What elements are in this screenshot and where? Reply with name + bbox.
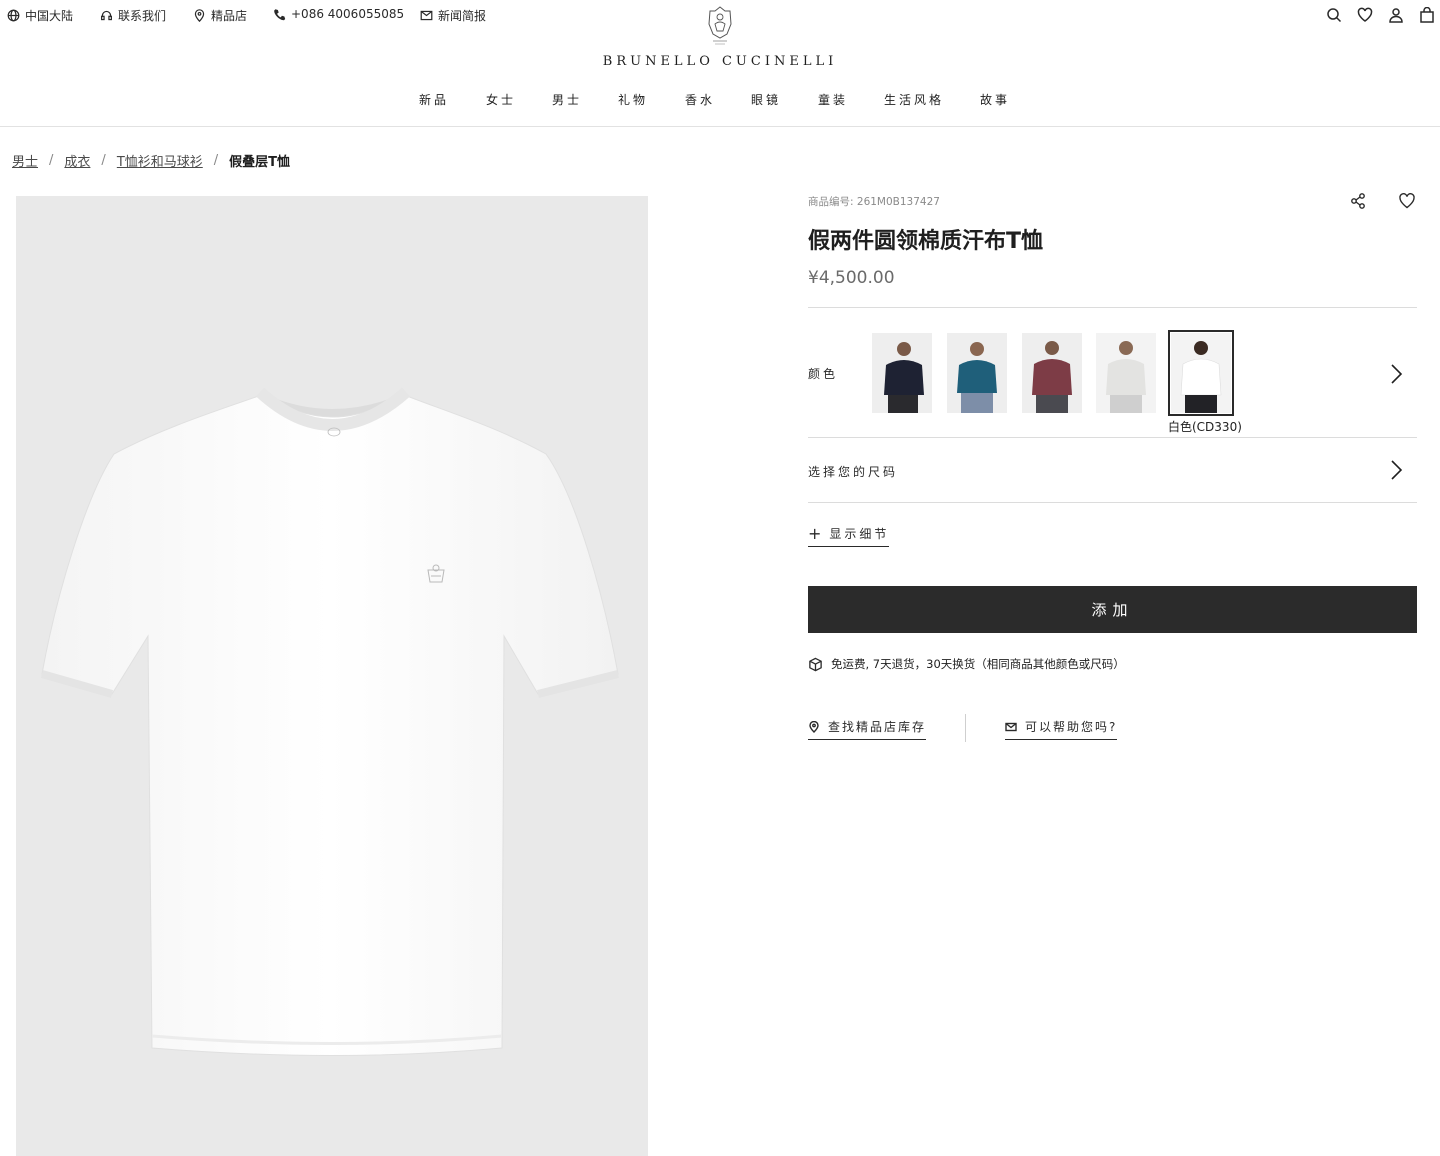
store-locator-link[interactable]: 精品店	[193, 7, 247, 24]
nav-item-fragrance[interactable]: 香水	[685, 91, 715, 108]
nav-item-kids[interactable]: 童装	[818, 91, 848, 108]
color-swatch-white-selected[interactable]	[1168, 330, 1234, 416]
selected-color-name: 白色(CD330)	[1168, 420, 1242, 434]
divider	[808, 437, 1417, 438]
location-pin-icon	[809, 720, 819, 733]
show-details-toggle[interactable]: + 显示细节	[808, 523, 890, 547]
color-swatch-light-grey[interactable]	[1096, 333, 1156, 413]
divider	[808, 502, 1417, 503]
chevron-right-icon[interactable]	[1388, 362, 1404, 386]
shipping-info: 免运费, 7天退货，30天换货（相同商品其他颜色或尺码）	[808, 656, 1125, 672]
brand-logo[interactable]: BRUNELLO CUCINELLI	[560, 4, 880, 69]
store-label: 精品店	[211, 9, 248, 23]
product-title: 假两件圆领棉质汗布T恤	[808, 229, 1044, 254]
breadcrumb-separator: /	[213, 153, 219, 168]
details-label: 显示细节	[829, 527, 890, 541]
user-icon[interactable]	[1387, 6, 1405, 24]
sku-value: 261M0B137427	[856, 196, 940, 208]
breadcrumb-separator: /	[101, 153, 106, 168]
heart-icon[interactable]	[1356, 6, 1374, 24]
share-icon[interactable]	[1349, 192, 1367, 210]
add-to-cart-button[interactable]: 添加	[808, 586, 1417, 633]
shipping-text: 免运费, 7天退货，30天换货（相同商品其他颜色或尺码）	[831, 657, 1125, 671]
search-icon[interactable]	[1325, 6, 1343, 24]
vertical-divider	[965, 714, 966, 742]
region-label: 中国大陆	[25, 9, 74, 23]
product-price: ¥4,500.00	[808, 268, 895, 288]
divider	[808, 307, 1417, 308]
phone-label: +086 4006055085	[291, 7, 405, 21]
nav-item-eyewear[interactable]: 眼镜	[751, 91, 781, 108]
color-swatch-teal[interactable]	[947, 333, 1007, 413]
headset-icon	[101, 10, 112, 21]
color-label: 颜色	[808, 367, 839, 381]
contact-link[interactable]: 联系我们	[100, 7, 166, 24]
header-divider	[0, 126, 1440, 127]
breadcrumb-current: 假叠层T恤	[229, 155, 291, 170]
mail-icon	[420, 10, 433, 21]
news-label: 新闻简报	[438, 9, 487, 23]
nav-item-gifts[interactable]: 礼物	[618, 91, 648, 108]
color-swatch-navy[interactable]	[872, 333, 932, 413]
region-selector[interactable]: 中国大陆	[7, 7, 73, 24]
tshirt-illustration	[40, 387, 619, 1056]
breadcrumb-tshirts[interactable]: T恤衫和马球衫	[117, 151, 203, 170]
color-swatch-burgundy[interactable]	[1022, 333, 1082, 413]
nav-item-women[interactable]: 女士	[486, 91, 516, 108]
phone-link[interactable]: +086 4006055085	[273, 7, 404, 21]
location-pin-icon	[194, 9, 205, 22]
plus-icon: +	[808, 523, 822, 543]
contact-label: 联系我们	[118, 9, 167, 23]
breadcrumb-separator: /	[49, 153, 54, 168]
package-icon	[809, 657, 822, 671]
nav-item-new[interactable]: 新品	[419, 91, 449, 108]
nav-item-lifestyle[interactable]: 生活风格	[884, 91, 944, 108]
breadcrumb: 男士 / 成衣 / T恤衫和马球衫 / 假叠层T恤	[12, 151, 290, 170]
brand-name: BRUNELLO CUCINELLI	[602, 54, 838, 69]
breadcrumb-clothing[interactable]: 成衣	[64, 151, 90, 170]
wishlist-heart-icon[interactable]	[1398, 192, 1416, 210]
mail-icon	[1005, 722, 1017, 731]
header-actions	[1325, 6, 1436, 24]
newsletter-link[interactable]: 新闻简报	[420, 7, 486, 24]
size-selector[interactable]: 选择您的尺码	[808, 463, 898, 480]
crest-icon	[708, 6, 732, 45]
find-store-stock-link[interactable]: 查找精品店库存	[808, 718, 927, 740]
nav-item-men[interactable]: 男士	[552, 91, 582, 108]
help-label: 可以帮助您吗?	[1025, 720, 1118, 734]
store-stock-label: 查找精品店库存	[828, 720, 927, 734]
sku-label: 商品编号:	[808, 196, 854, 208]
nav-item-stories[interactable]: 故事	[980, 91, 1010, 108]
chevron-right-icon[interactable]	[1388, 458, 1404, 482]
bag-icon[interactable]	[1418, 6, 1436, 24]
product-sku: 商品编号: 261M0B137427	[808, 194, 940, 209]
globe-icon	[7, 9, 20, 22]
product-image[interactable]	[16, 196, 648, 1156]
breadcrumb-men[interactable]: 男士	[12, 151, 38, 170]
phone-icon	[274, 8, 286, 20]
help-link[interactable]: 可以帮助您吗?	[1005, 718, 1118, 740]
